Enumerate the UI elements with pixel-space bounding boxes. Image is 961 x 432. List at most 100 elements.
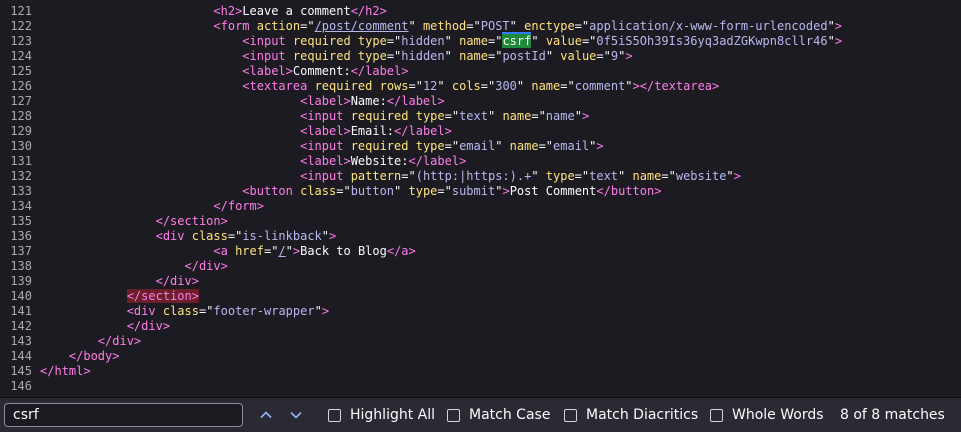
line-source: </form> [40,199,264,214]
whole-words-checkbox[interactable]: Whole Words [710,406,824,424]
line-source: </html> [40,364,91,379]
code-tag: > [343,94,351,108]
code-link[interactable]: /post/comment [315,19,409,33]
code-text: " [625,79,633,93]
code-tag: > [632,79,640,93]
line-source: <a href="/">Back to Blog</a> [40,244,416,259]
code-text: Comment: [292,64,351,78]
code-tag: > [83,364,91,378]
highlight-all-label: Highlight All [350,407,436,423]
code-tag: > [502,184,510,198]
code-tag: > [343,124,351,138]
line-source: <div class="is-linkback"> [40,229,337,244]
code-text: =" [444,109,460,123]
code-tag: <input [300,169,344,183]
code-tag: <div [126,304,156,318]
code-value: hidden [401,34,445,48]
code-tag: > [625,49,633,63]
line-source: <input required type="text" name="name"> [40,109,589,124]
code-attribute: name [531,79,561,93]
code-attribute: type [357,34,387,48]
find-input[interactable] [4,403,243,427]
code-text: " [321,229,330,243]
find-previous-button[interactable] [255,405,277,425]
code-tag: </h2 [350,4,380,18]
code-value: website [675,169,727,183]
code-text: " [509,19,525,33]
code-text: " [487,109,503,123]
code-text: " [827,19,835,33]
highlight-all-checkbox[interactable]: Highlight All [328,406,435,424]
line-number: 122 [10,19,32,33]
checkbox-box[interactable] [710,408,723,422]
view-source-pane: 121 <h2>Leave a comment</h2> 122 <form ac… [0,0,961,397]
code-attribute: pattern [350,169,402,183]
code-tag: </form [213,199,257,213]
chevron-up-icon [260,411,272,419]
code-value: submit [451,184,496,198]
code-attribute: class [162,304,199,318]
code-value: 0f5iS5Oh39Is36yq3adZGKwpn8cllr46 [596,34,828,48]
find-next-button[interactable] [285,405,307,425]
code-attribute: enctype [524,19,575,33]
checkbox-box[interactable] [447,408,460,422]
code-tag: > [596,139,604,153]
code-tag: > [379,4,387,18]
code-tag: > [220,259,228,273]
code-tag: <div [155,229,185,243]
code-tag: <a [213,244,228,258]
code-tag: > [112,349,120,363]
checkbox-box[interactable] [564,408,577,422]
code-attribute: required [350,139,409,153]
current-search-match: csrf [502,32,532,48]
code-attribute: name [502,109,532,123]
code-attribute: name [459,49,488,63]
code-link[interactable]: / [278,244,285,258]
code-text: " [437,79,452,93]
code-tag: <textarea [242,79,308,93]
line-source: </div> [40,334,141,349]
line-source: </section> [40,289,199,304]
chevron-down-icon [290,411,302,419]
code-tag: > [444,124,452,138]
line-number: 140 [10,289,32,303]
match-case-checkbox[interactable]: Match Case [447,406,550,424]
code-tag: </label [350,64,402,78]
code-text: =" [488,34,503,48]
code-tag: > [401,64,409,78]
code-text: =" [437,184,452,198]
code-tag: > [329,229,337,243]
code-tag: <label [300,124,344,138]
match-count: 8 of 8 matches [840,407,945,423]
match-diacritics-checkbox[interactable]: Match Diacritics [564,406,698,424]
code-tag: > [408,244,416,258]
code-tag: <h2 [213,4,236,18]
code-value: postId [502,49,546,63]
line-source: </div> [40,259,228,274]
code-tag: > [191,274,199,288]
line-number: 143 [10,334,32,348]
code-tag: <label [242,64,286,78]
code-value: 300 [495,79,517,93]
checkbox-box[interactable] [328,408,341,422]
code-value: comment [574,79,626,93]
line-source: </div> [40,319,170,334]
code-value: 9 [610,49,619,63]
code-attribute: method [422,19,467,33]
code-text: " [444,34,460,48]
code-text: " [827,34,835,48]
